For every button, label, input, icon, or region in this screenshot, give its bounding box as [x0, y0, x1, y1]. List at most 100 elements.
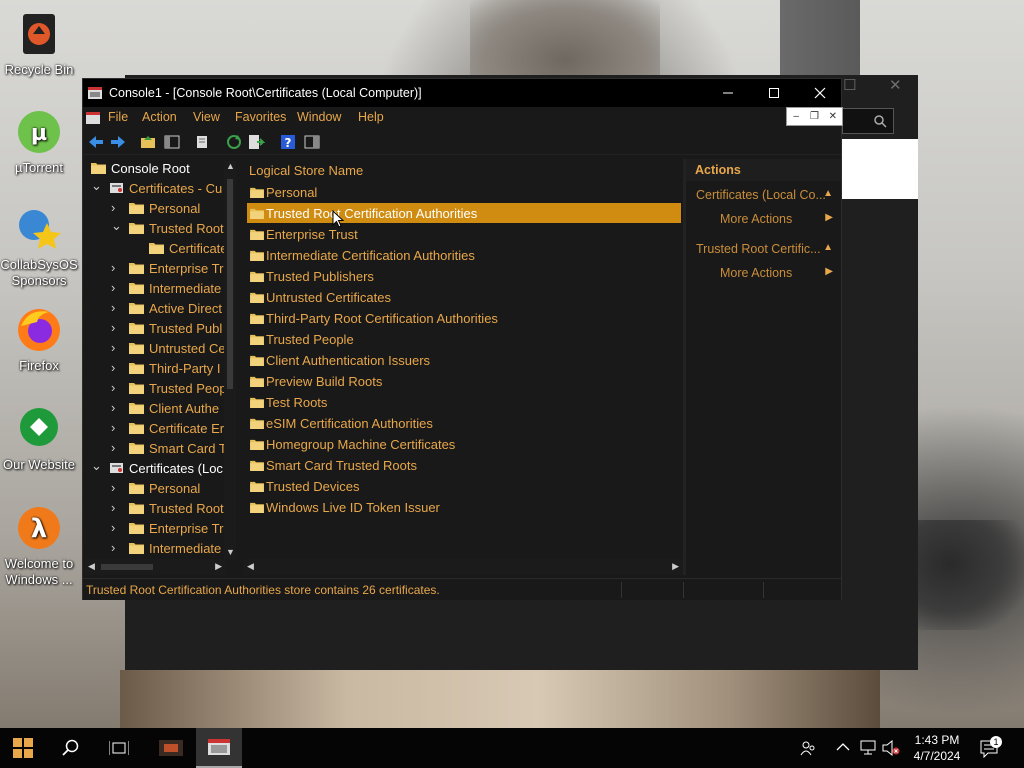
chevron-right-icon[interactable]: ›	[111, 200, 121, 215]
more-actions-item[interactable]: More Actions ▶	[686, 209, 841, 229]
tree-horizontal-scrollbar[interactable]: ◀ ▶	[85, 559, 225, 575]
scroll-thumb[interactable]	[101, 564, 153, 570]
show-action-pane-icon[interactable]	[303, 133, 321, 151]
actions-section-header[interactable]: Certificates (Local Co... ▲	[686, 185, 841, 205]
tree-item[interactable]: › Intermediate	[85, 539, 225, 559]
console-child-icon[interactable]	[85, 110, 101, 126]
scroll-right-icon[interactable]: ▶	[215, 561, 222, 572]
tree-item[interactable]: › Third-Party I	[85, 359, 225, 379]
store-list-item[interactable]: Trusted Devices	[247, 476, 681, 496]
store-list-item[interactable]: Third-Party Root Certification Authoriti…	[247, 308, 681, 328]
tree-item[interactable]: › Enterprise Tr	[85, 519, 225, 539]
tree-item[interactable]: › Enterprise Tr	[85, 259, 225, 279]
menu-file[interactable]: File	[108, 110, 128, 124]
store-list-item[interactable]: eSIM Certification Authorities	[247, 413, 681, 433]
child-restore-icon[interactable]: ❐	[805, 108, 823, 125]
chevron-right-icon[interactable]: ›	[111, 480, 121, 495]
tree-item[interactable]: › Personal	[85, 199, 225, 219]
back-window-maximize-icon[interactable]: ☐	[843, 76, 856, 94]
store-list-item[interactable]: Enterprise Trust	[247, 224, 681, 244]
search-button[interactable]	[48, 728, 94, 768]
tree-item[interactable]: › Certificate Er	[85, 419, 225, 439]
chevron-right-icon[interactable]: ›	[111, 400, 121, 415]
results-horizontal-scrollbar[interactable]: ◀ ▶	[243, 559, 683, 575]
forward-arrow-icon[interactable]	[109, 133, 127, 151]
close-button[interactable]	[797, 79, 843, 107]
tree-item[interactable]: › Client Authe	[85, 399, 225, 419]
desktop-icon-collabsysos-sponsors[interactable]: CollabSysOS Sponsors	[0, 205, 78, 289]
chevron-right-icon[interactable]: ›	[111, 380, 121, 395]
scroll-left-icon[interactable]: ◀	[247, 561, 254, 572]
minimize-button[interactable]	[705, 79, 751, 107]
tree-item[interactable]: › Trusted Root	[85, 499, 225, 519]
chevron-right-icon[interactable]: ›	[111, 360, 121, 375]
menu-help[interactable]: Help	[358, 110, 384, 124]
desktop-icon-our-website[interactable]: Our Website	[0, 405, 78, 473]
chevron-up-icon[interactable]	[836, 742, 850, 752]
child-close-icon[interactable]: ✕	[824, 108, 842, 125]
chevron-down-icon[interactable]: ⌄	[111, 218, 122, 233]
tree-vertical-scrollbar[interactable]: ▲ ▼	[224, 161, 236, 559]
tree-item[interactable]: Certificate	[85, 239, 228, 259]
chevron-right-icon[interactable]: ›	[111, 520, 121, 535]
store-list-item[interactable]: Personal	[247, 182, 681, 202]
chevron-right-icon[interactable]: ›	[111, 440, 121, 455]
title-bar[interactable]: Console1 - [Console Root\Certificates (L…	[83, 79, 841, 107]
tree-item[interactable]: Console Root	[85, 159, 225, 179]
menu-favorites[interactable]: Favorites	[235, 110, 286, 124]
tree-item[interactable]: ⌄ Certificates - Cu	[85, 178, 225, 199]
chevron-right-icon[interactable]: ›	[111, 260, 121, 275]
desktop-icon-welcome[interactable]: λ Welcome to Windows ...	[0, 504, 78, 588]
start-button[interactable]	[0, 728, 46, 768]
desktop-icon-firefox[interactable]: Firefox	[0, 306, 78, 374]
child-minimize-icon[interactable]: –	[787, 108, 805, 125]
tree-item[interactable]: › Untrusted Ce	[85, 339, 226, 359]
scroll-right-icon[interactable]: ▶	[672, 561, 679, 572]
store-list-item[interactable]: Windows Live ID Token Issuer	[247, 497, 681, 517]
export-list-icon[interactable]	[247, 133, 265, 151]
store-list-item[interactable]: Trusted People	[247, 329, 681, 349]
chevron-right-icon[interactable]: ›	[111, 500, 121, 515]
maximize-button[interactable]	[751, 79, 797, 107]
store-list-item[interactable]: Test Roots	[247, 392, 681, 412]
network-icon[interactable]	[860, 740, 878, 756]
store-list-item[interactable]: Smart Card Trusted Roots	[247, 455, 681, 475]
back-window-close-icon[interactable]: ✕	[889, 76, 902, 94]
back-arrow-icon[interactable]	[87, 133, 105, 151]
more-actions-item[interactable]: More Actions ▶	[686, 263, 841, 283]
store-list-item[interactable]: Untrusted Certificates	[247, 287, 681, 307]
chevron-right-icon[interactable]: ›	[111, 280, 121, 295]
store-list-item[interactable]: Trusted Publishers	[247, 266, 681, 286]
tree-item[interactable]: ⌄ Trusted Root	[85, 218, 225, 239]
chevron-right-icon[interactable]: ›	[111, 340, 121, 355]
chevron-right-icon[interactable]: ›	[111, 300, 121, 315]
store-list-item[interactable]: Client Authentication Issuers	[247, 350, 681, 370]
tree-item[interactable]: ⌄ Certificates (Loc	[85, 458, 225, 479]
help-icon[interactable]: ?	[279, 133, 297, 151]
actions-section-header[interactable]: Trusted Root Certific... ▲	[686, 239, 841, 259]
delete-icon[interactable]	[193, 133, 211, 151]
store-list-item[interactable]: Trusted Root Certification Authorities	[247, 203, 681, 223]
task-view-button[interactable]	[96, 728, 142, 768]
chevron-down-icon[interactable]: ⌄	[91, 458, 102, 473]
back-window-search-box[interactable]	[842, 108, 894, 134]
scroll-left-icon[interactable]: ◀	[88, 561, 95, 572]
store-list-item[interactable]: Intermediate Certification Authorities	[247, 245, 681, 265]
column-header-logical-store-name[interactable]: Logical Store Name	[249, 163, 363, 178]
people-icon[interactable]	[800, 740, 816, 756]
store-list-item[interactable]: Preview Build Roots	[247, 371, 681, 391]
desktop-icon-utorrent[interactable]: µ µTorrent	[0, 108, 78, 176]
scroll-down-icon[interactable]: ▼	[226, 547, 235, 557]
tree-item[interactable]: › Personal	[85, 479, 225, 499]
chevron-right-icon[interactable]: ›	[111, 420, 121, 435]
volume-muted-icon[interactable]	[882, 740, 900, 756]
menu-view[interactable]: View	[193, 110, 220, 124]
clock[interactable]: 1:43 PM 4/7/2024	[902, 732, 972, 764]
refresh-icon[interactable]	[225, 133, 243, 151]
scroll-thumb[interactable]	[227, 179, 233, 389]
tree-item[interactable]: › Active Direct	[85, 299, 225, 319]
desktop-icon-recycle-bin[interactable]: Recycle Bin	[0, 10, 78, 78]
menu-window[interactable]: Window	[297, 110, 341, 124]
tree-item[interactable]: › Intermediate	[85, 279, 225, 299]
show-hide-tree-icon[interactable]	[163, 133, 181, 151]
